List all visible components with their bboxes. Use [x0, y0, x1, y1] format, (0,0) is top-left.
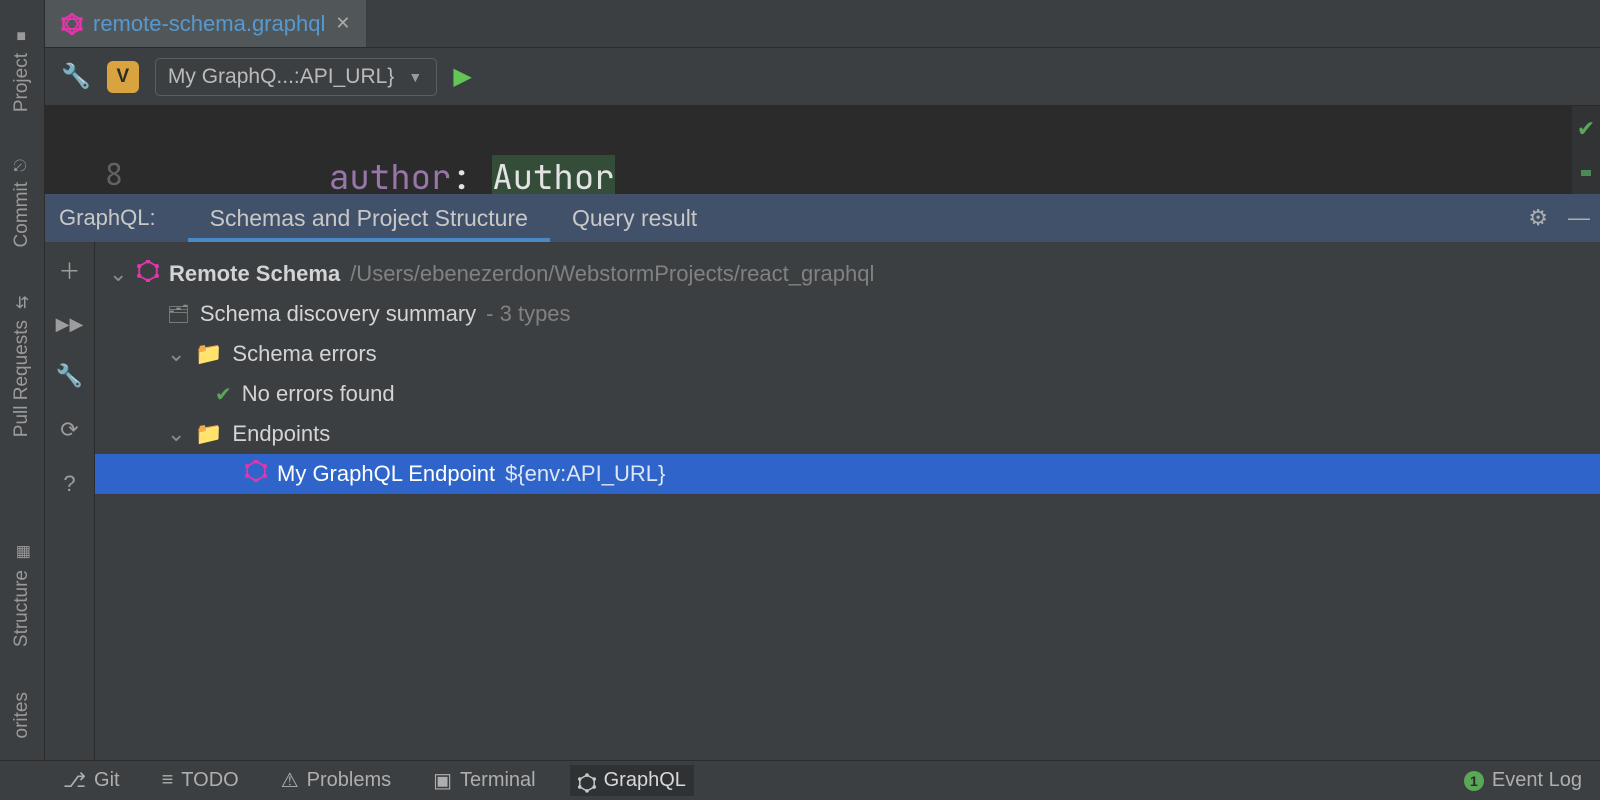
- bottom-problems-label: Problems: [307, 769, 391, 792]
- bottom-git[interactable]: ⎇ Git: [55, 764, 128, 797]
- tree-endpoints[interactable]: ⌄ 📁 Endpoints: [95, 414, 1600, 454]
- run-toolbar: 🔧 V My GraphQ...:API_URL} ▼ ▶: [45, 48, 1600, 106]
- code-type: Author: [492, 155, 614, 194]
- run-button[interactable]: ▶: [453, 62, 471, 91]
- editor-tab-remote-schema[interactable]: remote-schema.graphql ✕: [45, 0, 366, 47]
- schema-tree: ⌄ Remote Schema /Users/ebenezerdon/Webst…: [95, 242, 1600, 760]
- rail-pr-label: Pull Requests: [11, 320, 33, 437]
- bottom-terminal-label: Terminal: [460, 769, 536, 792]
- bottom-todo[interactable]: ≡ TODO: [154, 765, 247, 796]
- endpoint-url: ${env:API_URL}: [505, 461, 665, 487]
- chevron-down-icon: ⌄: [109, 261, 127, 287]
- refresh-icon[interactable]: ⟳: [60, 417, 78, 443]
- rail-commit-label: Commit: [11, 182, 33, 247]
- rail-favorites[interactable]: orites: [11, 692, 33, 738]
- tree-no-errors[interactable]: ✔ No errors found: [95, 374, 1600, 414]
- folder-icon: 📁: [195, 421, 222, 447]
- summary-icon: 🗂: [167, 304, 190, 325]
- editor-tab-label: remote-schema.graphql: [93, 11, 325, 37]
- code-editor[interactable]: 8 author: Author: [45, 106, 1572, 194]
- bottom-event-log-label: Event Log: [1492, 769, 1582, 792]
- structure-icon: ▦: [12, 545, 32, 560]
- rail-project-label: Project: [11, 53, 33, 112]
- terminal-icon: ▣: [433, 768, 452, 793]
- graphql-panel-header: GraphQL: Schemas and Project Structure Q…: [45, 194, 1600, 242]
- graphql-file-icon: [61, 13, 83, 35]
- minimize-icon[interactable]: —: [1568, 205, 1590, 231]
- tree-endpoint-item[interactable]: My GraphQL Endpoint ${env:API_URL}: [95, 454, 1600, 494]
- discovery-count: - 3 types: [486, 301, 570, 327]
- bottom-problems[interactable]: ⚠ Problems: [273, 764, 399, 797]
- marker-info-icon: [1581, 170, 1591, 176]
- pull-request-icon: ⇆: [12, 295, 32, 308]
- line-number: 8: [105, 154, 123, 194]
- bottom-graphql[interactable]: GraphQL: [570, 765, 694, 796]
- tree-remote-schema[interactable]: ⌄ Remote Schema /Users/ebenezerdon/Webst…: [95, 254, 1600, 294]
- folder-icon: ■: [13, 31, 31, 41]
- graphql-icon: [578, 772, 596, 790]
- run-target-badge[interactable]: V: [107, 61, 139, 93]
- branch-icon: ⎇: [63, 768, 86, 793]
- tab-query-label: Query result: [572, 205, 697, 232]
- bottom-graphql-label: GraphQL: [604, 769, 686, 792]
- wrench-icon[interactable]: 🔧: [56, 363, 83, 389]
- chevron-down-icon: ▼: [406, 69, 424, 85]
- commit-icon: ⎋: [13, 159, 31, 172]
- discovery-label: Schema discovery summary: [200, 301, 476, 327]
- bottom-todo-label: TODO: [181, 769, 238, 792]
- rerun-icon[interactable]: ▶▶: [56, 314, 84, 335]
- rail-pull-requests[interactable]: Pull Requests ⇆: [11, 292, 33, 437]
- bottom-tool-bar: ⎇ Git ≡ TODO ⚠ Problems ▣ Terminal Graph…: [45, 760, 1600, 800]
- close-icon[interactable]: ✕: [335, 13, 350, 34]
- check-icon: ✔: [215, 382, 232, 407]
- left-tool-rail: Project ■ Commit ⎋ Pull Requests ⇆ Struc…: [0, 0, 45, 760]
- endpoints-label: Endpoints: [232, 421, 330, 447]
- bottom-terminal[interactable]: ▣ Terminal: [425, 764, 543, 797]
- rail-structure-label: Structure: [11, 570, 33, 647]
- endpoint-name: My GraphQL Endpoint: [277, 461, 495, 487]
- rail-project[interactable]: Project ■: [11, 27, 33, 112]
- tab-query-result[interactable]: Query result: [550, 194, 719, 242]
- rail-structure[interactable]: Structure ▦: [11, 542, 33, 647]
- bottom-event-log[interactable]: 1 Event Log: [1456, 765, 1590, 796]
- list-icon: ≡: [162, 769, 174, 792]
- check-icon: ✔: [1577, 116, 1595, 142]
- editor-marker-strip: ✔: [1572, 106, 1600, 194]
- folder-icon: 📁: [195, 341, 222, 367]
- chevron-down-icon: ⌄: [167, 341, 185, 367]
- tree-discovery[interactable]: 🗂 Schema discovery summary - 3 types: [95, 294, 1600, 334]
- tab-schemas-label: Schemas and Project Structure: [210, 205, 528, 232]
- editor-tab-bar: remote-schema.graphql ✕: [45, 0, 1600, 48]
- remote-schema-path: /Users/ebenezerdon/WebstormProjects/reac…: [350, 261, 874, 287]
- remote-schema-label: Remote Schema: [169, 261, 340, 287]
- editor-code: author: Author: [171, 106, 615, 194]
- rail-favorites-label: orites: [11, 692, 33, 738]
- build-icon[interactable]: 🔧: [61, 62, 91, 91]
- chevron-down-icon: ⌄: [167, 421, 185, 447]
- tab-schemas[interactable]: Schemas and Project Structure: [188, 194, 550, 242]
- gear-icon[interactable]: ⚙: [1528, 205, 1548, 231]
- tree-schema-errors[interactable]: ⌄ 📁 Schema errors: [95, 334, 1600, 374]
- graphql-panel-title: GraphQL:: [59, 205, 156, 231]
- graphql-panel-body: ＋ ▶▶ 🔧 ⟳ ? ⌄ Remote Schema /Users/ebenez…: [45, 242, 1600, 760]
- code-field: author: [329, 155, 451, 194]
- graphql-schema-icon: [137, 260, 159, 288]
- help-icon[interactable]: ?: [63, 471, 75, 497]
- run-config-label: My GraphQ...:API_URL}: [168, 65, 394, 89]
- add-icon[interactable]: ＋: [58, 254, 80, 286]
- code-colon: :: [451, 155, 492, 194]
- rail-commit[interactable]: Commit ⎋: [11, 156, 33, 247]
- warning-icon: ⚠: [281, 768, 299, 793]
- graphql-side-toolbar: ＋ ▶▶ 🔧 ⟳ ?: [45, 242, 95, 760]
- run-config-dropdown[interactable]: My GraphQ...:API_URL} ▼: [155, 58, 437, 96]
- bottom-git-label: Git: [94, 769, 120, 792]
- event-count-badge: 1: [1464, 771, 1484, 791]
- graphql-endpoint-icon: [245, 460, 267, 488]
- schema-errors-label: Schema errors: [232, 341, 376, 367]
- left-corner: [0, 760, 45, 800]
- no-errors-label: No errors found: [242, 381, 395, 407]
- editor-gutter: 8: [45, 106, 171, 194]
